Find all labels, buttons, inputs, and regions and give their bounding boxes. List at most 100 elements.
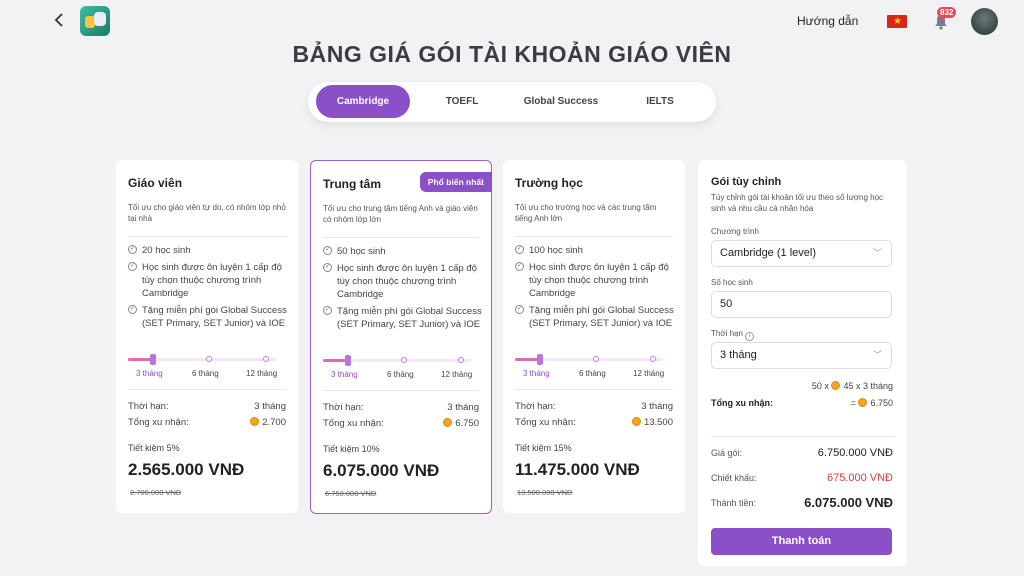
term-value: 3 tháng: [254, 401, 286, 412]
coins-value: 2.700: [262, 417, 286, 428]
feature-item: ✓ Tặng miễn phí gói Global Success (SET P…: [515, 304, 681, 330]
students-input[interactable]: 50: [711, 291, 892, 318]
discount-row: Chiết khấu: 675.000 VNĐ: [711, 472, 893, 484]
slider-stop[interactable]: [206, 356, 212, 362]
term-row: Thời hạn: 3 tháng: [515, 401, 673, 412]
tab-cambridge[interactable]: Cambridge: [316, 85, 410, 118]
term-select[interactable]: 3 tháng ﹀: [711, 342, 892, 369]
slider-stop[interactable]: [401, 357, 407, 363]
duration-option[interactable]: 6 tháng: [579, 369, 606, 378]
duration-option[interactable]: 6 tháng: [192, 369, 219, 378]
divider: [323, 390, 479, 391]
package-price-value: 6.750.000 VNĐ: [817, 447, 893, 459]
feature-item: ✓ Học sinh được ôn luyện 1 cấp độ tùy chọ…: [515, 261, 681, 300]
calc-prefix: 50 x: [811, 381, 829, 391]
custom-package-panel: Gói tùy chỉnh Tùy chỉnh gói tài khoản tố…: [698, 160, 907, 566]
feature-text: Học sinh được ôn luyện 1 cấp độ tùy chọn…: [529, 262, 669, 299]
original-price: 13.500.000 VNĐ: [517, 488, 573, 497]
check-circle-icon: ✓: [128, 245, 137, 254]
coin-calculation: 50 x 45 x 3 tháng: [812, 381, 893, 391]
plan-description: Tối ưu cho giáo viên tự do, có nhóm lớp …: [128, 203, 286, 223]
tab-toefl[interactable]: TOEFL: [428, 85, 496, 118]
feature-item: ✓ Học sinh được ôn luyện 1 cấp độ tùy chọ…: [128, 261, 294, 300]
total-value: 6.075.000 VNĐ: [804, 495, 893, 510]
program-tabs: Cambridge TOEFL Global Success IELTS: [308, 82, 716, 122]
duration-option[interactable]: 3 tháng: [331, 370, 358, 379]
divider: [128, 389, 286, 390]
slider-stop[interactable]: [650, 356, 656, 362]
chevron-down-icon: ﹀: [872, 248, 882, 258]
tab-global-success[interactable]: Global Success: [514, 85, 608, 118]
check-circle-icon: ✓: [128, 262, 137, 271]
slider-stop[interactable]: [263, 356, 269, 362]
divider: [128, 236, 286, 237]
feature-text: 100 học sinh: [529, 245, 583, 256]
duration-slider[interactable]: [323, 355, 471, 366]
pay-button[interactable]: Thanh toán: [711, 528, 892, 555]
slider-stop[interactable]: [458, 357, 464, 363]
plan-price: 11.475.000 VNĐ: [515, 460, 640, 479]
slider-handle[interactable]: [537, 354, 543, 365]
app-logo[interactable]: [80, 6, 110, 36]
info-icon[interactable]: i: [744, 332, 754, 341]
plan-card-teacher[interactable]: Giáo viên Tối ưu cho giáo viên tự do, có…: [116, 160, 298, 513]
coin-icon: [831, 381, 841, 390]
duration-option[interactable]: 12 tháng: [441, 370, 472, 379]
duration-option[interactable]: 12 tháng: [246, 369, 277, 378]
plan-name: Giáo viên: [128, 176, 183, 190]
guide-link[interactable]: Hướng dẫn: [797, 14, 858, 28]
slider-stop[interactable]: [593, 356, 599, 362]
term-label: Thời hạn:: [515, 401, 556, 412]
plan-price: 6.075.000 VNĐ: [323, 461, 440, 480]
duration-slider[interactable]: [128, 354, 276, 365]
page-title: BẢNG GIÁ GÓI TÀI KHOẢN GIÁO VIÊN: [292, 41, 732, 67]
duration-option[interactable]: 6 tháng: [387, 370, 414, 379]
custom-description: Tùy chỉnh gói tài khoản tối ưu theo số l…: [711, 193, 884, 213]
coins-value: 6.750: [455, 418, 479, 429]
coin-icon: [443, 418, 453, 427]
total-coins-label: Tổng xu nhận:: [711, 398, 773, 408]
divider: [711, 436, 894, 437]
coins-label: Tổng xu nhận:: [515, 417, 576, 428]
notification-badge: 832: [937, 7, 957, 18]
feature-item: ✓ Tặng miễn phí gói Global Success (SET P…: [128, 304, 294, 330]
feature-text: Học sinh được ôn luyện 1 cấp độ tùy chọn…: [142, 262, 282, 299]
duration-option[interactable]: 12 tháng: [633, 369, 664, 378]
saving-label: Tiết kiệm 5%: [128, 443, 180, 453]
coin-icon: [250, 417, 260, 426]
flag-star: ★: [893, 16, 902, 27]
duration-option[interactable]: 3 tháng: [136, 369, 163, 378]
package-price-label: Giá gói:: [711, 448, 743, 458]
plan-card-center[interactable]: Trung tâm Phổ biến nhất Tối ưu cho trung…: [310, 160, 492, 514]
term-label: Thời hạn:: [323, 402, 364, 413]
tab-ielts[interactable]: IELTS: [626, 85, 694, 118]
program-select[interactable]: Cambridge (1 level) ﹀: [711, 240, 892, 267]
total-coins-number: 6.750: [870, 398, 893, 408]
term-label-text: Thời hạn: [711, 329, 743, 338]
slider-handle[interactable]: [345, 355, 351, 366]
term-row: Thời hạn: 3 tháng: [128, 401, 286, 412]
program-label: Chương trình: [711, 227, 759, 236]
plan-description: Tối ưu cho trung tâm tiếng Anh và giáo v…: [323, 204, 478, 224]
calc-suffix: 45 x 3 tháng: [843, 381, 893, 391]
students-label: Số học sinh: [711, 278, 753, 287]
term-value: 3 tháng: [641, 401, 673, 412]
saving-label: Tiết kiệm 10%: [323, 444, 380, 454]
back-arrow-icon[interactable]: [54, 12, 70, 30]
plan-card-school[interactable]: Trường học Tối ưu cho trường học và các …: [503, 160, 685, 513]
check-circle-icon: ✓: [515, 245, 524, 254]
feature-item: ✓ 20 học sinh: [128, 244, 294, 257]
feature-text: Tặng miễn phí gói Global Success (SET Pr…: [142, 305, 287, 329]
total-coins-value: = 6.750: [851, 398, 893, 408]
duration-option[interactable]: 3 tháng: [523, 369, 550, 378]
saving-label: Tiết kiệm 15%: [515, 443, 572, 453]
coins-row: Tổng xu nhận: 13.500: [515, 417, 673, 428]
students-value: 50: [720, 298, 733, 310]
vietnam-flag-icon[interactable]: ★: [887, 15, 907, 28]
check-circle-icon: ✓: [515, 305, 524, 314]
avatar[interactable]: [971, 8, 998, 35]
duration-slider[interactable]: [515, 354, 663, 365]
check-circle-icon: ✓: [515, 262, 524, 271]
slider-handle[interactable]: [150, 354, 156, 365]
term-row: Thời hạn: 3 tháng: [323, 402, 479, 413]
